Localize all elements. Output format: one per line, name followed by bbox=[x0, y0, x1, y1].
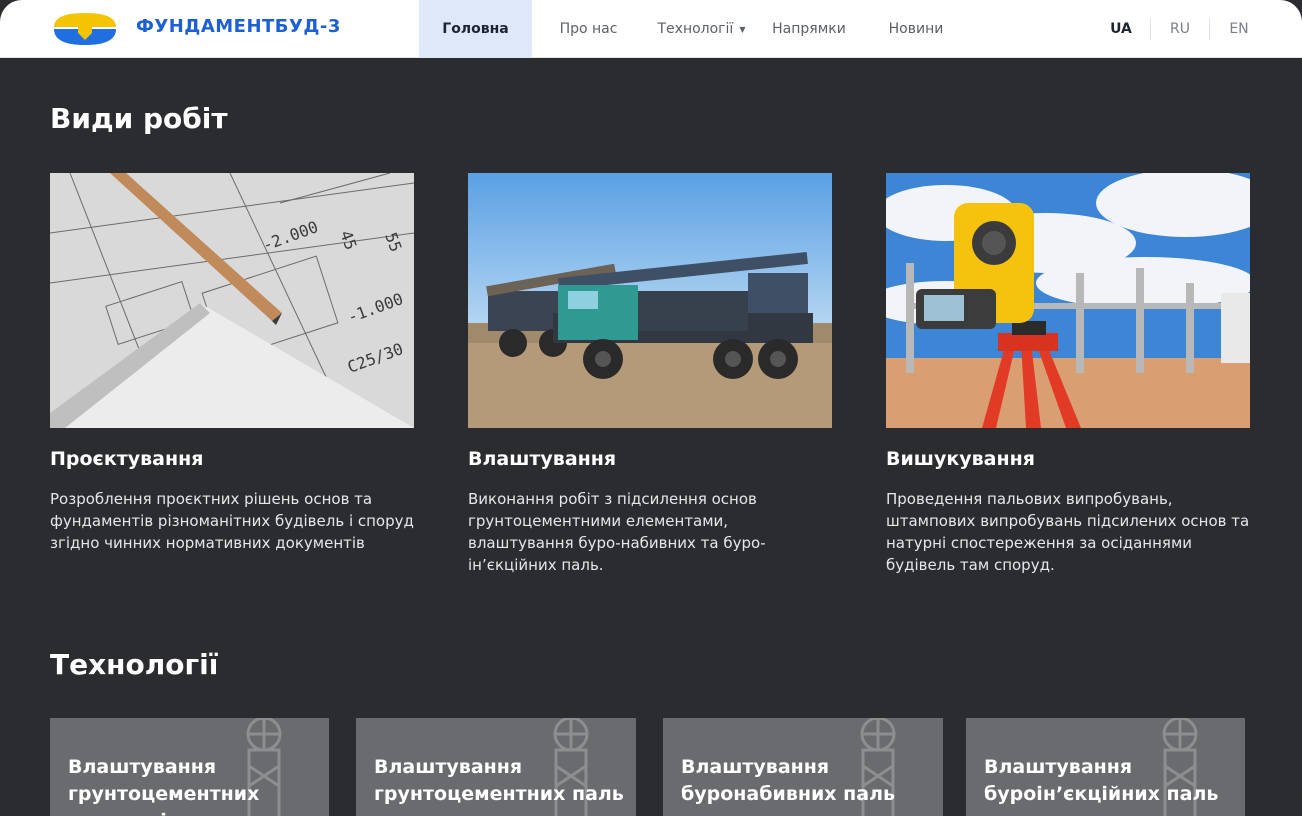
nav-label: Новини bbox=[888, 21, 944, 37]
nav-label: Напрямки bbox=[772, 21, 846, 37]
work-card-text: Проведення пальових випробувань, штампов… bbox=[886, 490, 1250, 574]
works-section-title: Види робіт bbox=[50, 102, 228, 135]
tech-card-injection-piles[interactable]: Влаштування буроін’єкційних паль bbox=[966, 718, 1245, 816]
tech-card-label: Влаштування буроін’єкційних паль bbox=[984, 756, 1219, 805]
nav-label: Про нас bbox=[559, 21, 618, 37]
blueprint-image: 45 55 -2.000 -1.000 C25/30 bbox=[50, 173, 414, 428]
nav-item-about[interactable]: Про нас bbox=[532, 0, 645, 58]
lang-ua[interactable]: UA bbox=[1092, 21, 1150, 37]
tech-card-soil-cement-piles[interactable]: Влаштування грунтоцементних паль подовже… bbox=[356, 718, 636, 816]
tech-card-label: Влаштування грунтоцементних елементів bbox=[68, 756, 260, 816]
nav-item-technologies[interactable]: Технології ▼ bbox=[645, 0, 758, 58]
site-header: ФУНДАМЕНТБУД-3 Головна Про нас Технологі… bbox=[0, 0, 1302, 58]
work-card-text: Виконання робіт з підсилення основ грунт… bbox=[468, 490, 766, 574]
company-logo[interactable] bbox=[52, 11, 118, 47]
nav-item-news[interactable]: Новини bbox=[860, 0, 972, 58]
tech-card-label: Влаштування буронабивних паль bbox=[681, 756, 896, 805]
work-card-installation[interactable]: Влаштування Виконання робіт з підсилення… bbox=[468, 173, 832, 576]
work-card-surveying[interactable]: Вишукування Проведення пальових випробув… bbox=[886, 173, 1250, 576]
technologies-section-title: Технології bbox=[50, 648, 219, 681]
work-card-title: Влаштування bbox=[468, 448, 617, 470]
lang-en[interactable]: EN bbox=[1210, 21, 1268, 37]
drilling-trucks-image bbox=[468, 173, 832, 428]
tech-card-label: Влаштування грунтоцементних паль подовже… bbox=[374, 756, 624, 816]
work-card-title: Вишукування bbox=[886, 448, 1035, 470]
nav-item-home[interactable]: Головна bbox=[419, 0, 532, 58]
main-nav: Головна Про нас Технології ▼ Напрямки Нов… bbox=[419, 0, 972, 58]
page: ФУНДАМЕНТБУД-3 Головна Про нас Технологі… bbox=[0, 0, 1302, 816]
work-card-design[interactable]: 45 55 -2.000 -1.000 C25/30 Проєктування … bbox=[50, 173, 414, 554]
nav-label: Головна bbox=[442, 21, 509, 37]
work-card-text: Розроблення проєктних рішень основ та фу… bbox=[50, 490, 414, 552]
tech-card-soil-cement-elements[interactable]: Влаштування грунтоцементних елементів bbox=[50, 718, 329, 816]
lang-ru[interactable]: RU bbox=[1151, 21, 1209, 37]
language-switcher: UA RU EN bbox=[1092, 0, 1268, 58]
brand-name[interactable]: ФУНДАМЕНТБУД-3 bbox=[136, 16, 341, 37]
caret-down-icon: ▼ bbox=[739, 24, 746, 34]
theodolite-image bbox=[886, 173, 1250, 428]
tech-card-bored-piles[interactable]: Влаштування буронабивних паль bbox=[663, 718, 943, 816]
nav-item-directions[interactable]: Напрямки bbox=[758, 0, 860, 58]
work-card-title: Проєктування bbox=[50, 448, 204, 470]
nav-label: Технології bbox=[657, 21, 734, 37]
